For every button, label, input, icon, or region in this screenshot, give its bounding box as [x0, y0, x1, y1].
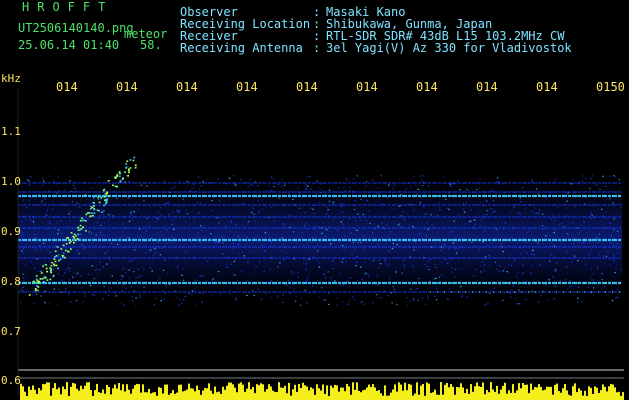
freq-tick: 1.1 — [1, 125, 21, 138]
time-tick: 014 — [236, 80, 258, 94]
time-tick: 014 — [116, 80, 138, 94]
time-tick: 014 — [56, 80, 78, 94]
freq-tick: 1.0 — [1, 175, 21, 188]
frequency-unit-label: kHz — [1, 72, 21, 85]
time-tick: 014 — [356, 80, 378, 94]
freq-tick: 0.7 — [1, 325, 21, 338]
freq-tick: 0.6 — [1, 374, 21, 387]
freq-tick: 0.9 — [1, 225, 21, 238]
spectrogram — [17, 88, 624, 400]
amplitude-strip — [20, 382, 624, 400]
time-tick: 014 — [176, 80, 198, 94]
time-tick: 014 — [536, 80, 558, 94]
freq-tick: 0.8 — [1, 275, 21, 288]
time-tick: 0150 — [596, 80, 625, 94]
time-tick: 014 — [296, 80, 318, 94]
time-tick: 014 — [416, 80, 438, 94]
time-tick: 014 — [476, 80, 498, 94]
